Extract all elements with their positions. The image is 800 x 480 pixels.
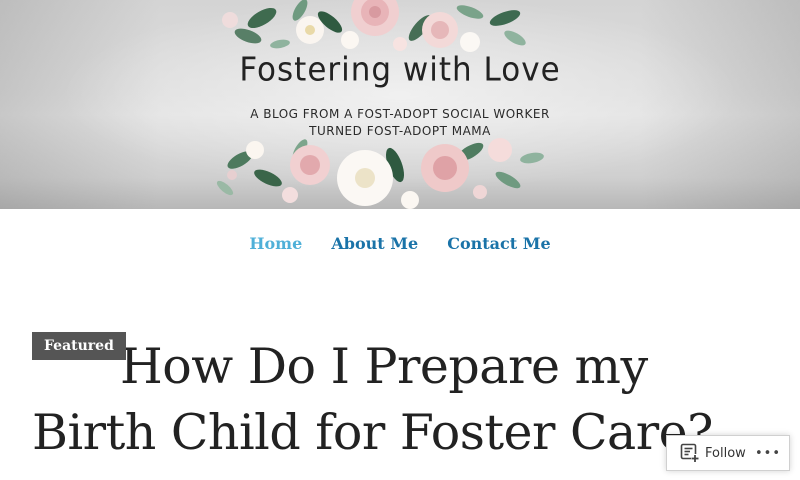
follow-button[interactable]: Follow xyxy=(705,446,746,461)
tagline-line-1: A BLOG FROM A FOST-ADOPT SOCIAL WORKER xyxy=(250,107,550,121)
nav-item-about-me[interactable]: About Me xyxy=(331,234,418,253)
main-navigation: Home About Me Contact Me xyxy=(0,234,800,253)
follow-widget: Follow ••• xyxy=(666,435,790,471)
post-title[interactable]: How Do I Prepare my Birth Child for Fost… xyxy=(32,334,772,466)
nav-item-contact-me[interactable]: Contact Me xyxy=(447,234,550,253)
tagline-line-2: TURNED FOST-ADOPT MAMA xyxy=(309,124,491,138)
blog-tagline: A BLOG FROM A FOST-ADOPT SOCIAL WORKER T… xyxy=(200,106,600,140)
floral-wreath-image xyxy=(216,0,544,209)
reader-follow-icon[interactable] xyxy=(680,443,700,463)
blog-title[interactable]: Fostering with Love xyxy=(220,51,580,89)
featured-badge: Featured xyxy=(32,332,126,360)
more-options-button[interactable]: ••• xyxy=(755,446,781,461)
header-banner[interactable]: Fostering with Love A BLOG FROM A FOST-A… xyxy=(0,0,800,209)
nav-item-home[interactable]: Home xyxy=(249,234,302,253)
